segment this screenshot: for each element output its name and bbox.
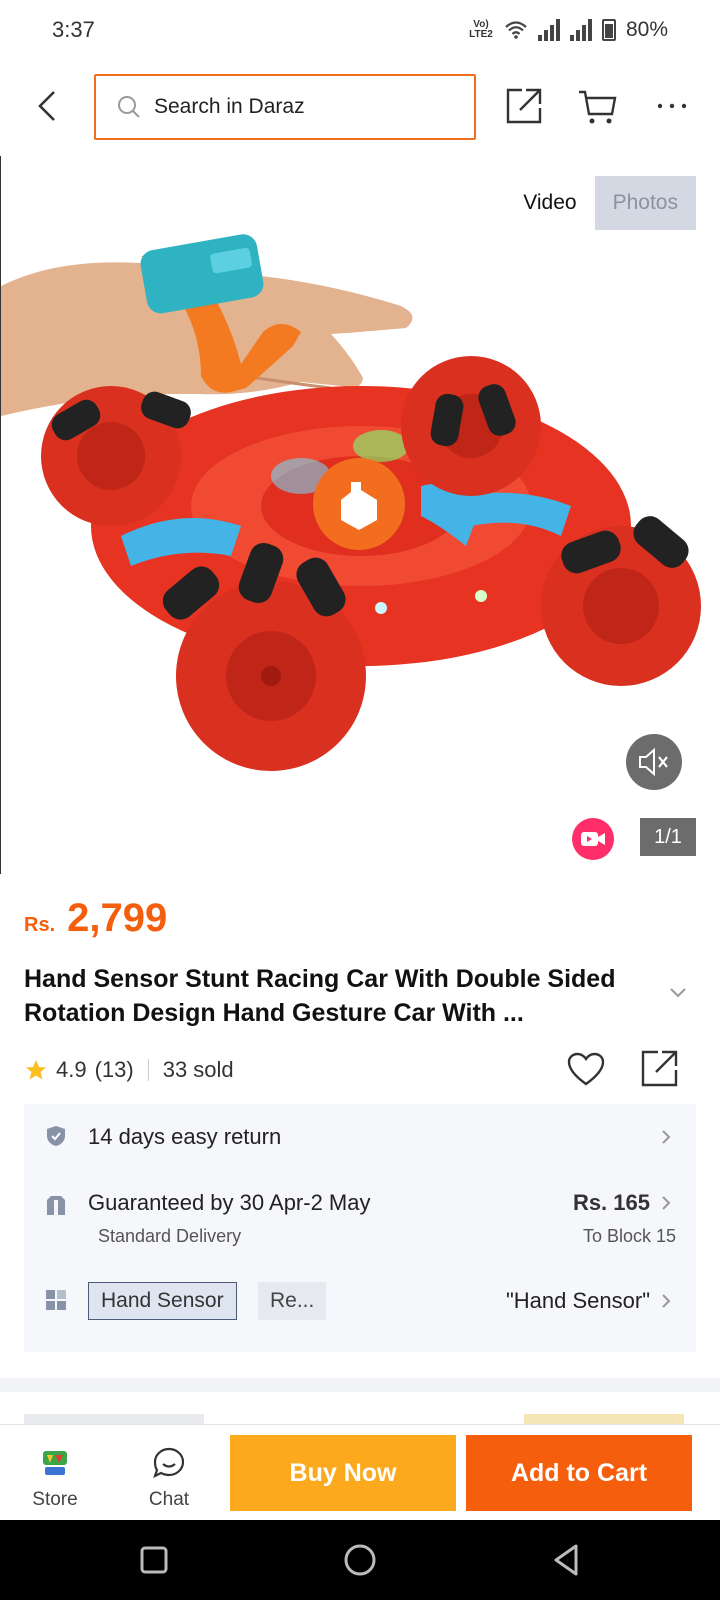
bottom-action-bar: Store Chat Buy Now Add to Cart xyxy=(0,1424,720,1520)
product-title: Hand Sensor Stunt Racing Car With Double… xyxy=(24,965,616,1027)
system-nav-bar xyxy=(0,1520,720,1600)
status-bar: 3:37 Vo) LTE2 80% xyxy=(0,0,720,60)
chat-button[interactable]: Chat xyxy=(124,1435,214,1511)
review-count[interactable]: (13) xyxy=(95,1057,134,1083)
delivery-guarantee-text: Guaranteed by 30 Apr-2 May xyxy=(88,1190,371,1215)
status-time: 3:37 xyxy=(52,17,95,42)
wifi-icon xyxy=(505,21,527,39)
delivery-row[interactable]: Guaranteed by 30 Apr-2 May Standard Deli… xyxy=(24,1170,696,1262)
delivery-location: To Block 15 xyxy=(582,1226,676,1246)
selected-variant-label: "Hand Sensor" xyxy=(505,1288,650,1313)
home-icon[interactable] xyxy=(340,1540,380,1580)
price-currency: Rs. xyxy=(24,914,56,936)
return-policy-row[interactable]: 14 days easy return xyxy=(24,1104,696,1170)
chevron-right-icon xyxy=(662,1294,671,1308)
sold-count: 33 sold xyxy=(162,1057,234,1082)
battery-level: 80% xyxy=(625,18,668,41)
network-label: Vo) LTE2 xyxy=(469,19,493,40)
search-icon xyxy=(118,96,140,118)
share-icon[interactable] xyxy=(502,84,546,128)
chevron-down-icon[interactable] xyxy=(668,986,688,1000)
signal-icon-2 xyxy=(569,19,592,41)
buy-now-button[interactable]: Buy Now xyxy=(230,1435,456,1511)
chevron-right-icon xyxy=(662,1130,671,1144)
ratings-section-peek xyxy=(24,1400,696,1424)
recent-apps-icon[interactable] xyxy=(134,1540,174,1580)
variant-row[interactable]: Hand Sensor Re... "Hand Sensor" xyxy=(24,1262,696,1352)
battery-icon xyxy=(601,19,616,41)
delivery-fee: Rs. 165 xyxy=(572,1190,650,1215)
rating-divider xyxy=(147,1059,149,1081)
rating-value[interactable]: 4.9 xyxy=(56,1057,87,1083)
mute-button[interactable] xyxy=(626,734,682,790)
back-nav-icon[interactable] xyxy=(546,1540,586,1580)
cart-icon[interactable] xyxy=(576,84,620,128)
media-tabs: Video Photos xyxy=(505,176,696,230)
variant-chip-selected[interactable]: Hand Sensor xyxy=(88,1282,237,1320)
grid-icon xyxy=(46,1290,66,1310)
video-camera-icon xyxy=(581,832,605,846)
video-camera-button[interactable] xyxy=(572,818,614,860)
more-options-icon[interactable] xyxy=(650,84,694,128)
shield-check-icon xyxy=(47,1126,65,1146)
store-label: Store xyxy=(32,1489,78,1510)
share-icon[interactable] xyxy=(640,1048,680,1088)
chevron-right-icon xyxy=(662,1196,671,1210)
chat-label: Chat xyxy=(148,1489,190,1510)
delivery-type: Standard Delivery xyxy=(98,1226,242,1246)
tab-photos[interactable]: Photos xyxy=(594,176,696,230)
chat-icon xyxy=(153,1447,185,1479)
heart-icon[interactable] xyxy=(566,1050,606,1090)
product-gallery[interactable]: Video Photos 1/1 xyxy=(0,156,720,874)
top-header: Search in Daraz xyxy=(0,70,720,142)
product-image xyxy=(1,234,701,771)
volume-mute-icon xyxy=(639,747,668,777)
section-divider xyxy=(0,1378,720,1392)
status-icons: Vo) LTE2 80% xyxy=(468,18,668,42)
image-counter: 1/1 xyxy=(640,818,696,856)
signal-icon-1 xyxy=(537,19,560,41)
store-logo-icon xyxy=(43,1451,67,1475)
price-value: 2,799 xyxy=(67,896,168,940)
variant-chip[interactable]: Re... xyxy=(258,1282,327,1320)
package-icon xyxy=(47,1196,65,1215)
service-info-panel: 14 days easy return Guaranteed by 30 Apr… xyxy=(24,1104,696,1352)
search-placeholder: Search in Daraz xyxy=(154,95,305,118)
product-price: Rs. 2,799 xyxy=(24,896,167,941)
back-arrow-icon[interactable] xyxy=(30,86,66,126)
store-button[interactable]: Store xyxy=(10,1435,100,1511)
search-input[interactable]: Search in Daraz xyxy=(94,74,476,140)
return-policy-text: 14 days easy return xyxy=(88,1124,282,1149)
tab-video[interactable]: Video xyxy=(505,176,594,230)
star-icon xyxy=(26,1060,46,1080)
rating-row: 4.9 (13) 33 sold xyxy=(24,1050,696,1090)
add-to-cart-button[interactable]: Add to Cart xyxy=(466,1435,692,1511)
